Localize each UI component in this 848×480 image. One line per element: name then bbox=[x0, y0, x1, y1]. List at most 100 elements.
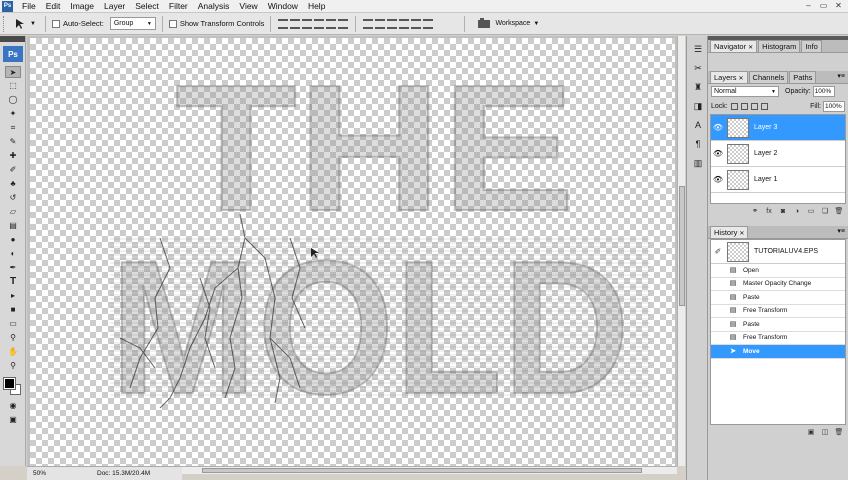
history-source-box[interactable] bbox=[715, 279, 724, 288]
adjustment-icon[interactable]: ◑ bbox=[792, 207, 802, 216]
history-step[interactable]: ➤ Move bbox=[711, 345, 845, 359]
layer-row[interactable]: 👁 Layer 1 bbox=[711, 167, 845, 193]
auto-select-dropdown[interactable]: Group ▼ bbox=[109, 17, 156, 30]
blend-mode-dropdown[interactable]: Normal ▼ bbox=[711, 86, 779, 97]
align-vcenter-icon[interactable] bbox=[290, 18, 301, 29]
menu-view[interactable]: View bbox=[234, 0, 262, 13]
paragraph-icon[interactable]: ¶ bbox=[691, 138, 705, 150]
distribute-bottom-icon[interactable] bbox=[387, 18, 398, 29]
trash-icon[interactable]: 🗑 bbox=[834, 207, 844, 216]
magic-wand-icon[interactable]: ✦ bbox=[5, 108, 21, 120]
foreground-color-swatch[interactable] bbox=[3, 377, 16, 390]
document-canvas[interactable]: THE MOLD bbox=[30, 38, 675, 466]
workspace-menu[interactable]: Workspace ▼ bbox=[477, 18, 539, 29]
tab-layers[interactable]: Layers ✕ bbox=[710, 71, 748, 83]
menu-layer[interactable]: Layer bbox=[99, 0, 130, 13]
quick-mask-icon[interactable]: ◉ bbox=[5, 400, 21, 412]
link-icon[interactable]: ⚭ bbox=[750, 207, 760, 216]
mask-icon[interactable]: ◙ bbox=[778, 207, 788, 216]
distribute-hcenter-icon[interactable] bbox=[411, 18, 422, 29]
screen-mode-icon[interactable]: ▣ bbox=[5, 414, 21, 426]
path-selection-icon[interactable]: ▸ bbox=[5, 290, 21, 302]
lock-position-icon[interactable] bbox=[750, 103, 758, 110]
history-step[interactable]: ▤ Paste bbox=[711, 291, 845, 305]
slice-tool-icon[interactable]: ✎ bbox=[5, 136, 21, 148]
show-transform-checkbox[interactable] bbox=[168, 19, 177, 28]
layer-row[interactable]: 👁 Layer 2 bbox=[711, 141, 845, 167]
gradient-tool-icon[interactable]: ▤ bbox=[5, 220, 21, 232]
lock-pixels-icon[interactable] bbox=[740, 103, 748, 110]
shape-tool-icon[interactable]: ■ bbox=[5, 304, 21, 316]
tab-paths[interactable]: Paths bbox=[789, 71, 817, 83]
layer-row[interactable]: 👁 Layer 3 bbox=[711, 115, 845, 141]
close-icon[interactable]: ✕ bbox=[739, 76, 744, 82]
menu-edit[interactable]: Edit bbox=[41, 0, 66, 13]
horizontal-scroll-thumb[interactable] bbox=[202, 468, 642, 473]
new-snapshot-icon[interactable]: ◫ bbox=[820, 428, 830, 437]
history-brush-icon[interactable]: ✐ bbox=[713, 247, 723, 256]
tab-info[interactable]: Info bbox=[801, 40, 822, 52]
eye-icon[interactable]: 👁 bbox=[711, 123, 725, 132]
eye-icon[interactable]: 👁 bbox=[711, 175, 725, 184]
hand-tool-icon[interactable]: ✋ bbox=[5, 346, 21, 358]
tool-preset-picker[interactable]: ▼ bbox=[11, 16, 39, 32]
layer-comps-icon[interactable]: ▥ bbox=[691, 157, 705, 169]
menu-select[interactable]: Select bbox=[130, 0, 164, 13]
align-top-icon[interactable] bbox=[278, 18, 289, 29]
history-source-box[interactable] bbox=[715, 333, 724, 342]
eye-icon[interactable]: 👁 bbox=[711, 149, 725, 158]
zoom-level[interactable]: 50% bbox=[27, 470, 57, 477]
history-source-box[interactable] bbox=[715, 266, 724, 275]
menu-file[interactable]: File bbox=[17, 0, 41, 13]
history-step[interactable]: ▤ Master Opacity Change bbox=[711, 278, 845, 291]
lock-transparency-icon[interactable] bbox=[730, 103, 738, 110]
distribute-vcenter-icon[interactable] bbox=[375, 18, 386, 29]
healing-brush-icon[interactable]: ✚ bbox=[5, 150, 21, 162]
lock-all-icon[interactable] bbox=[760, 103, 768, 110]
distribute-left-icon[interactable] bbox=[399, 18, 410, 29]
menu-filter[interactable]: Filter bbox=[164, 0, 193, 13]
blur-tool-icon[interactable]: ● bbox=[5, 234, 21, 246]
horizontal-scrollbar[interactable] bbox=[182, 466, 677, 474]
move-tool-icon[interactable]: ➤ bbox=[5, 66, 21, 78]
vertical-scrollbar[interactable] bbox=[677, 36, 685, 466]
history-source-box[interactable] bbox=[715, 293, 724, 302]
tool-presets-icon[interactable]: ✂ bbox=[691, 62, 705, 74]
restore-button[interactable]: ▭ bbox=[816, 0, 831, 12]
pen-tool-icon[interactable]: ✒ bbox=[5, 262, 21, 274]
tab-channels[interactable]: Channels bbox=[748, 71, 789, 83]
group-icon[interactable]: ▭ bbox=[806, 207, 816, 216]
close-button[interactable]: ✕ bbox=[831, 0, 846, 12]
eyedropper-icon[interactable]: ⚲ bbox=[5, 332, 21, 344]
menu-image[interactable]: Image bbox=[65, 0, 99, 13]
fill-input[interactable]: 100% bbox=[823, 101, 845, 112]
close-icon[interactable]: ✕ bbox=[748, 45, 753, 51]
align-right-icon[interactable] bbox=[338, 18, 349, 29]
crop-tool-icon[interactable]: ⌗ bbox=[5, 122, 21, 134]
history-step[interactable]: ▤ Open bbox=[711, 264, 845, 278]
history-step[interactable]: ▤ Paste bbox=[711, 318, 845, 332]
notes-tool-icon[interactable]: ▭ bbox=[5, 318, 21, 330]
auto-select-checkbox[interactable] bbox=[51, 19, 60, 28]
minimize-button[interactable]: – bbox=[801, 0, 816, 12]
history-source-box[interactable] bbox=[715, 306, 724, 315]
panel-menu-icon[interactable]: ▾≡ bbox=[837, 226, 848, 238]
history-snapshot[interactable]: ✐ TUTORIALUV4.EPS bbox=[711, 240, 845, 264]
history-brush-icon[interactable]: ↺ bbox=[5, 192, 21, 204]
distribute-right-icon[interactable] bbox=[423, 18, 434, 29]
menu-window[interactable]: Window bbox=[263, 0, 303, 13]
menu-analysis[interactable]: Analysis bbox=[193, 0, 235, 13]
clone-source-icon[interactable]: ♜ bbox=[691, 81, 705, 93]
new-layer-icon[interactable]: ❏ bbox=[820, 207, 830, 216]
menu-help[interactable]: Help bbox=[303, 0, 330, 13]
new-document-from-state-icon[interactable]: ▣ bbox=[806, 428, 816, 437]
align-bottom-icon[interactable] bbox=[302, 18, 313, 29]
type-tool-icon[interactable]: T bbox=[5, 276, 21, 288]
marquee-tool-icon[interactable]: ⬚ bbox=[5, 80, 21, 92]
lasso-tool-icon[interactable]: ◯ bbox=[5, 94, 21, 106]
align-hcenter-icon[interactable] bbox=[326, 18, 337, 29]
actions-icon[interactable]: ◨ bbox=[691, 100, 705, 112]
eraser-tool-icon[interactable]: ▱ bbox=[5, 206, 21, 218]
toolbox-grip[interactable] bbox=[0, 36, 25, 42]
tab-histogram[interactable]: Histogram bbox=[758, 40, 801, 52]
